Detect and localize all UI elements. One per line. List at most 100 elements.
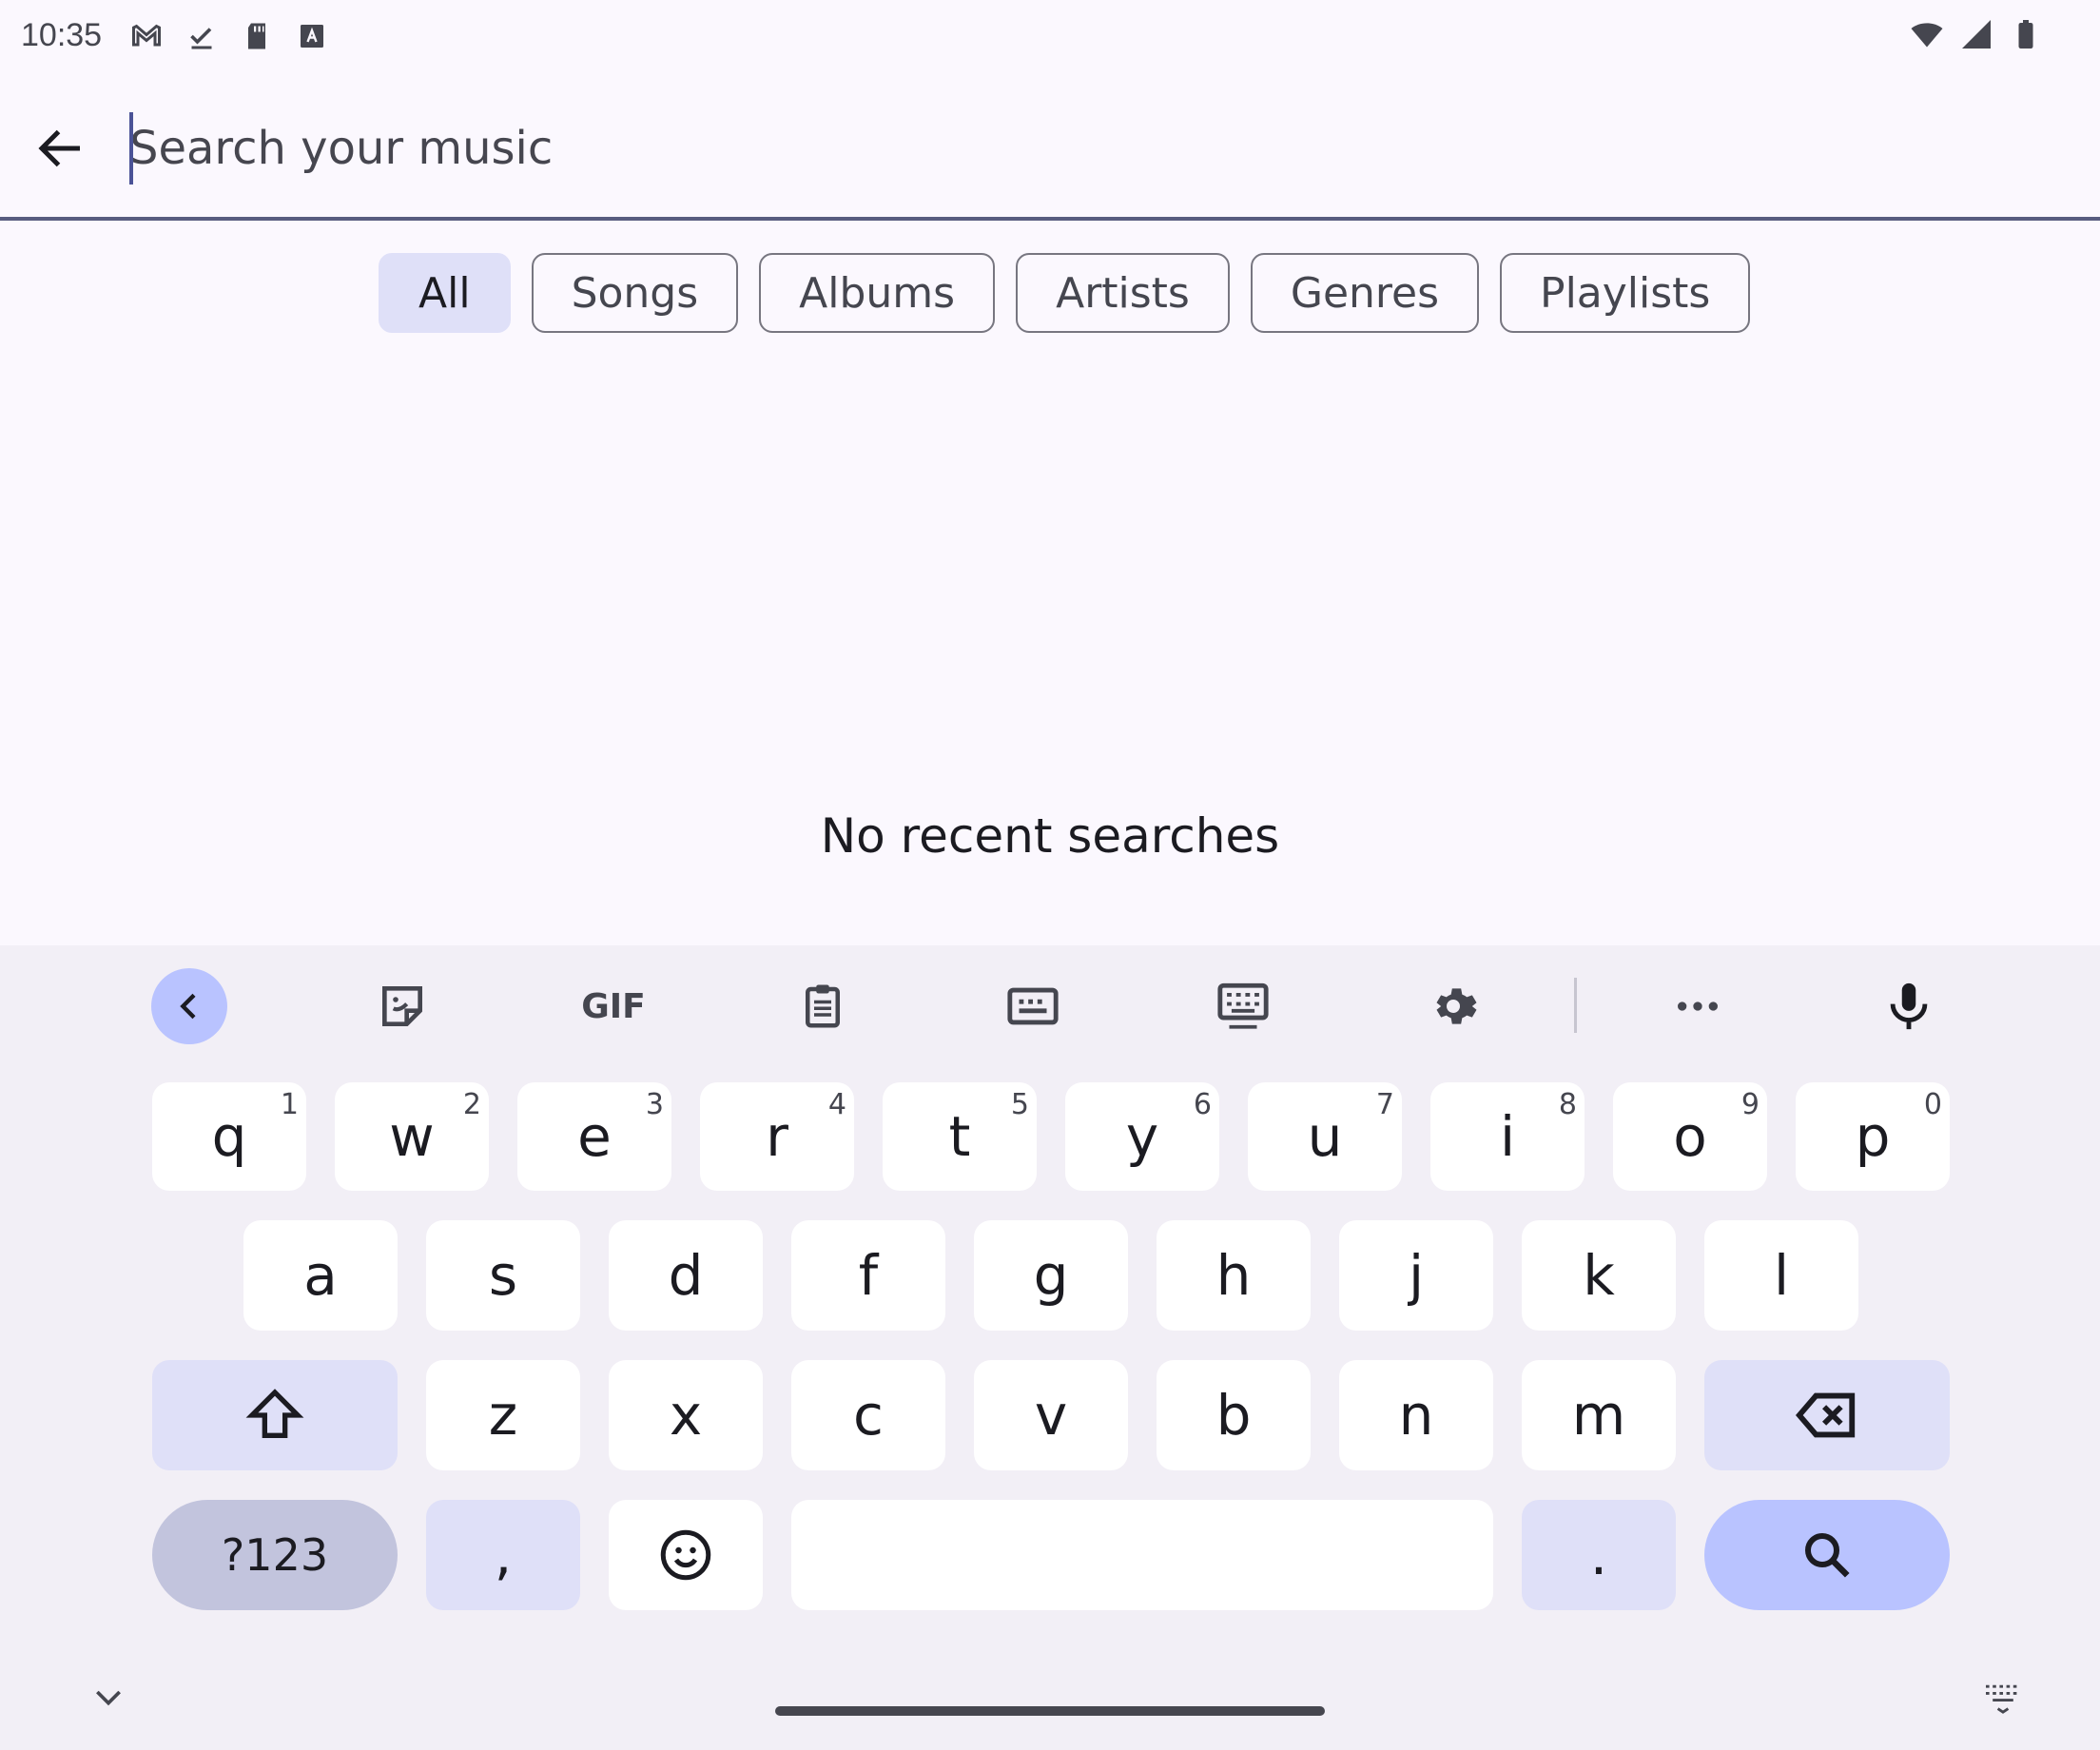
key-b[interactable]: b (1157, 1360, 1311, 1470)
shift-icon (245, 1389, 304, 1438)
more-horizontal-icon (1678, 1001, 1718, 1011)
floating-keyboard-button[interactable] (1205, 968, 1281, 1044)
key-hint: 8 (1558, 1088, 1577, 1121)
key-label: o (1673, 1104, 1707, 1169)
keyboard-icon (1217, 982, 1269, 1029)
keyboard-toolbar: GIF (0, 945, 2100, 1063)
key-label: w (389, 1104, 435, 1169)
empty-state-message: No recent searches (820, 808, 1280, 864)
backspace-key[interactable] (1704, 1360, 1950, 1470)
key-z[interactable]: z (426, 1360, 580, 1470)
hide-keyboard-button[interactable] (89, 1678, 127, 1716)
key-hint: 3 (645, 1088, 664, 1121)
emoji-icon (660, 1529, 711, 1581)
signal-icon (1962, 20, 1991, 49)
key-k[interactable]: k (1522, 1220, 1676, 1331)
arrow-back-icon (38, 129, 80, 167)
sticker-icon (382, 986, 422, 1026)
key-g[interactable]: g (974, 1220, 1128, 1331)
key-i[interactable]: i8 (1430, 1082, 1585, 1191)
filter-chips: All Songs Albums Artists Genres Playlist… (379, 253, 1751, 333)
status-time: 10:35 (21, 17, 103, 53)
chip-artists[interactable]: Artists (1016, 253, 1230, 333)
chip-all[interactable]: All (379, 253, 511, 333)
more-options-button[interactable] (1660, 968, 1736, 1044)
sd-card-icon (248, 23, 265, 49)
key-label: i (1499, 1104, 1516, 1169)
emoji-key[interactable] (609, 1500, 763, 1610)
key-label: r (766, 1104, 788, 1169)
key-q[interactable]: q1 (152, 1082, 306, 1191)
collapse-toolbar-button[interactable] (151, 968, 227, 1044)
key-w[interactable]: w2 (335, 1082, 489, 1191)
key-p[interactable]: p0 (1796, 1082, 1950, 1191)
gear-icon (1436, 988, 1477, 1024)
key-j[interactable]: j (1339, 1220, 1493, 1331)
chevron-left-icon (180, 993, 196, 1020)
system-icons (1910, 17, 2043, 51)
key-s[interactable]: s (426, 1220, 580, 1331)
key-label: p (1855, 1104, 1891, 1169)
keyboard-app-icon (301, 25, 323, 48)
gif-label: GIF (581, 986, 646, 1026)
gmail-icon (132, 24, 161, 47)
gif-button[interactable]: GIF (574, 968, 653, 1044)
key-v[interactable]: v (974, 1360, 1128, 1470)
key-hint: 4 (827, 1088, 846, 1121)
key-y[interactable]: y6 (1065, 1082, 1219, 1191)
search-action-key[interactable] (1704, 1500, 1950, 1610)
key-e[interactable]: e3 (517, 1082, 671, 1191)
battery-icon (2018, 20, 2033, 49)
backspace-icon (1795, 1392, 1856, 1438)
space-key[interactable] (791, 1500, 1493, 1610)
voice-input-button[interactable] (1871, 968, 1947, 1044)
chip-albums[interactable]: Albums (759, 253, 996, 333)
key-m[interactable]: m (1522, 1360, 1676, 1470)
key-f[interactable]: f (791, 1220, 945, 1331)
search-bar (0, 72, 2100, 221)
key-o[interactable]: o9 (1613, 1082, 1767, 1191)
key-label: q (211, 1104, 247, 1169)
key-l[interactable]: l (1704, 1220, 1858, 1331)
search-icon (1805, 1533, 1850, 1578)
key-h[interactable]: h (1157, 1220, 1311, 1331)
key-n[interactable]: n (1339, 1360, 1493, 1470)
symbols-key[interactable]: ?123 (152, 1500, 398, 1610)
search-input[interactable] (129, 114, 1936, 183)
text-cursor (129, 112, 133, 185)
key-hint: 7 (1375, 1088, 1394, 1121)
sticker-button[interactable] (364, 968, 440, 1044)
key-r[interactable]: r4 (700, 1082, 854, 1191)
key-hint: 6 (1193, 1088, 1212, 1121)
toolbar-divider (1574, 978, 1577, 1033)
key-c[interactable]: c (791, 1360, 945, 1470)
switch-keyboard-button[interactable] (1982, 1680, 2024, 1714)
keyboard-grid-icon (1007, 987, 1059, 1025)
key-a[interactable]: a (243, 1220, 398, 1331)
download-done-icon (190, 28, 212, 49)
key-d[interactable]: d (609, 1220, 763, 1331)
chip-playlists[interactable]: Playlists (1500, 253, 1751, 333)
clipboard-icon (806, 984, 840, 1028)
key-x[interactable]: x (609, 1360, 763, 1470)
chevron-down-icon (96, 1690, 121, 1706)
gesture-home-bar[interactable] (775, 1706, 1325, 1716)
chip-songs[interactable]: Songs (531, 253, 739, 333)
key-t[interactable]: t5 (883, 1082, 1037, 1191)
period-key[interactable]: . (1522, 1500, 1676, 1610)
keyboard-switch-icon (1986, 1684, 2017, 1714)
key-u[interactable]: u7 (1248, 1082, 1402, 1191)
clipboard-button[interactable] (785, 968, 861, 1044)
on-screen-keyboard: GIF q1 w2 e3 r4 t5 y6 u7 i8 o9 p0 a s d … (0, 945, 2100, 1750)
key-label: y (1125, 1104, 1159, 1169)
back-button[interactable] (32, 120, 89, 177)
one-handed-keyboard-button[interactable] (995, 968, 1071, 1044)
notification-icons (129, 19, 329, 53)
wifi-icon (1911, 23, 1943, 48)
shift-key[interactable] (152, 1360, 398, 1470)
chip-genres[interactable]: Genres (1250, 253, 1480, 333)
key-hint: 2 (462, 1088, 481, 1121)
comma-key[interactable]: , (426, 1500, 580, 1610)
status-bar: 10:35 (0, 0, 2100, 72)
settings-button[interactable] (1415, 968, 1491, 1044)
